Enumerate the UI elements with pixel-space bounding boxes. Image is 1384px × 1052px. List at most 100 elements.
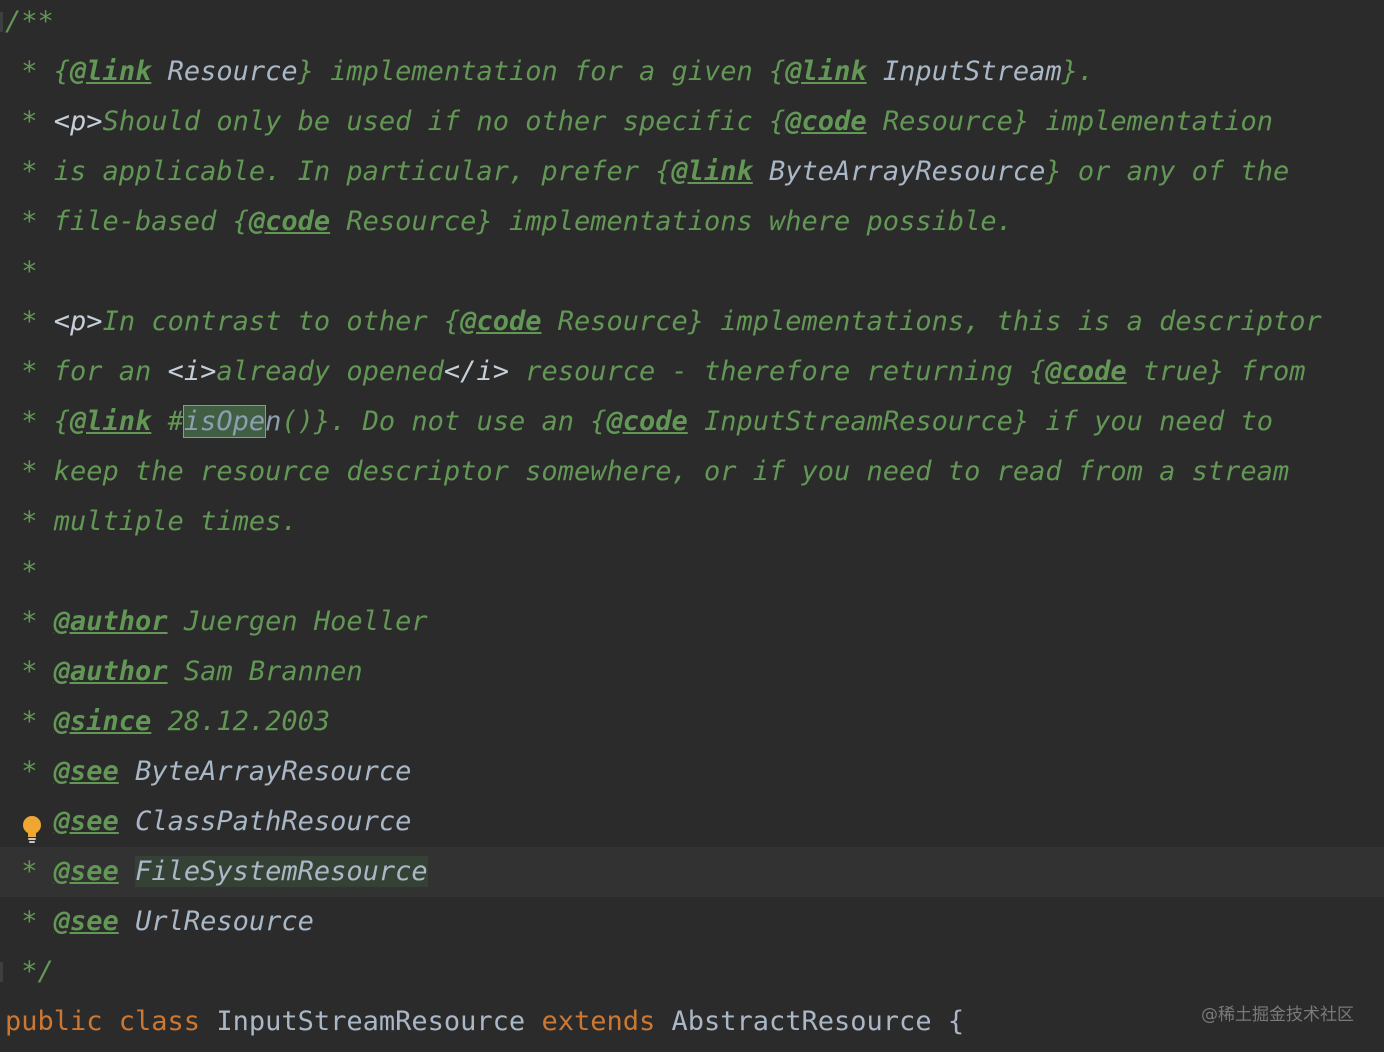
code-token: * — [5, 56, 54, 87]
code-token: Resource — [167, 56, 298, 87]
javadoc-tag: @code — [606, 406, 688, 437]
code-token: Resource} implementations where possible… — [330, 206, 1013, 237]
code-line[interactable]: * @author Juergen Hoeller — [0, 597, 1384, 647]
code-token: * — [5, 556, 38, 587]
javadoc-tag: @code — [1045, 356, 1127, 387]
code-line-text: * — [5, 547, 38, 597]
code-line-text: public class InputStreamResource extends… — [5, 997, 964, 1047]
fold-marker-icon[interactable] — [0, 962, 3, 982]
code-token: * — [5, 706, 54, 737]
code-line-text: */ — [5, 947, 54, 997]
code-token: /** — [5, 6, 54, 37]
code-line-text: * — [5, 247, 37, 297]
code-line-text: * @see UrlResource — [5, 897, 314, 947]
code-token: InputStreamResource — [216, 1006, 542, 1037]
code-line[interactable]: * keep the resource descriptor somewhere… — [0, 447, 1384, 497]
code-line-text: * @see ByteArrayResource — [5, 747, 411, 797]
code-line[interactable]: * @see FileSystemResource — [0, 847, 1384, 897]
code-line[interactable]: * @see ByteArrayResource — [0, 747, 1384, 797]
javadoc-tag: @link — [671, 156, 753, 187]
code-token: * { — [5, 406, 71, 437]
code-token: ClassPathResource — [135, 806, 412, 837]
code-line[interactable]: public class InputStreamResource extends… — [0, 997, 1384, 1047]
code-line[interactable]: @see ClassPathResource — [0, 797, 1384, 847]
code-token: Resource} implementations, this is a des… — [541, 306, 1322, 337]
javadoc-tag: @see — [53, 806, 119, 837]
code-token: InputStreamResource} if you need to — [687, 406, 1273, 437]
code-token: InputStream — [882, 56, 1062, 87]
code-token: resource - therefore returning { — [508, 356, 1046, 387]
code-line[interactable]: */ — [0, 947, 1384, 997]
code-token: * — [5, 656, 54, 687]
code-token: ByteArrayResource — [135, 756, 412, 787]
code-editor[interactable]: /** * {@link Resource} implementation fo… — [0, 0, 1384, 1052]
code-token: already opened — [216, 356, 444, 387]
javadoc-tag: @code — [785, 106, 867, 137]
fold-marker-icon[interactable] — [0, 12, 3, 32]
code-line-text: /** — [5, 0, 54, 47]
code-token: In contrast to other { — [102, 306, 461, 337]
code-line[interactable]: * is applicable. In particular, prefer {… — [0, 147, 1384, 197]
code-token: 28.12.2003 — [151, 706, 331, 737]
code-line-text: * file-based {@code Resource} implementa… — [5, 197, 1013, 247]
code-token: <i> — [167, 356, 217, 387]
code-line[interactable]: * @see UrlResource — [0, 897, 1384, 947]
javadoc-tag: @link — [785, 56, 867, 87]
code-token: isOpe — [182, 405, 267, 438]
code-line-text: * @since 28.12.2003 — [5, 697, 330, 747]
code-line[interactable]: * @since 28.12.2003 — [0, 697, 1384, 747]
code-token: extends — [541, 1006, 672, 1037]
code-line[interactable]: * multiple times. — [0, 497, 1384, 547]
code-line-text: * is applicable. In particular, prefer {… — [5, 147, 1289, 197]
code-line[interactable]: * {@link #isOpen()}. Do not use an {@cod… — [0, 397, 1384, 447]
code-line-text: * keep the resource descriptor somewhere… — [5, 447, 1289, 497]
code-token: } or any of the — [1045, 156, 1290, 187]
code-token: * file-based { — [5, 206, 249, 237]
code-line[interactable]: * file-based {@code Resource} implementa… — [0, 197, 1384, 247]
code-line[interactable]: * — [0, 247, 1384, 297]
code-line[interactable]: * for an <i>already opened</i> resource … — [0, 347, 1384, 397]
code-token: * — [5, 106, 54, 137]
code-token: <p> — [53, 106, 103, 137]
code-token: * is applicable. In particular, prefer { — [5, 156, 672, 187]
code-token: n — [265, 406, 282, 437]
code-token: }. — [1061, 56, 1095, 87]
code-line-text: * multiple times. — [5, 497, 298, 547]
code-line-text: * <p>In contrast to other {@code Resourc… — [5, 297, 1322, 347]
code-line-text: * {@link #isOpen()}. Do not use an {@cod… — [5, 397, 1273, 447]
code-token: AbstractResource { — [671, 1006, 965, 1037]
code-line[interactable]: /** — [0, 0, 1384, 47]
code-line-text: @see ClassPathResource — [5, 797, 412, 847]
javadoc-tag: @see — [53, 756, 119, 787]
code-line[interactable]: * {@link Resource} implementation for a … — [0, 47, 1384, 97]
code-line[interactable]: * @author Sam Brannen — [0, 647, 1384, 697]
code-token: Juergen Hoeller — [167, 606, 428, 637]
code-token: * — [5, 856, 54, 887]
code-line[interactable]: * <p>Should only be used if no other spe… — [0, 97, 1384, 147]
javadoc-tag: @since — [53, 706, 152, 737]
code-token: { — [53, 56, 71, 87]
code-token: Should only be used if no other specific… — [102, 106, 786, 137]
javadoc-tag: @code — [460, 306, 542, 337]
code-token: */ — [5, 956, 54, 987]
code-line[interactable]: * <p>In contrast to other {@code Resourc… — [0, 297, 1384, 347]
code-token: FileSystemResource — [135, 856, 428, 887]
code-token: * for an — [5, 356, 168, 387]
javadoc-tag: @link — [70, 406, 152, 437]
javadoc-tag: @author — [53, 656, 168, 687]
code-token: * multiple times. — [5, 506, 298, 537]
code-line-text: * @author Juergen Hoeller — [5, 597, 428, 647]
lightbulb-icon[interactable] — [21, 815, 43, 843]
code-token: UrlResource — [135, 906, 314, 937]
code-line-text: * {@link Resource} implementation for a … — [5, 47, 1094, 97]
code-line[interactable]: * — [0, 547, 1384, 597]
javadoc-tag: @see — [53, 856, 119, 887]
code-line-text: * @see FileSystemResource — [5, 847, 428, 897]
code-token: true} from — [1126, 356, 1306, 387]
